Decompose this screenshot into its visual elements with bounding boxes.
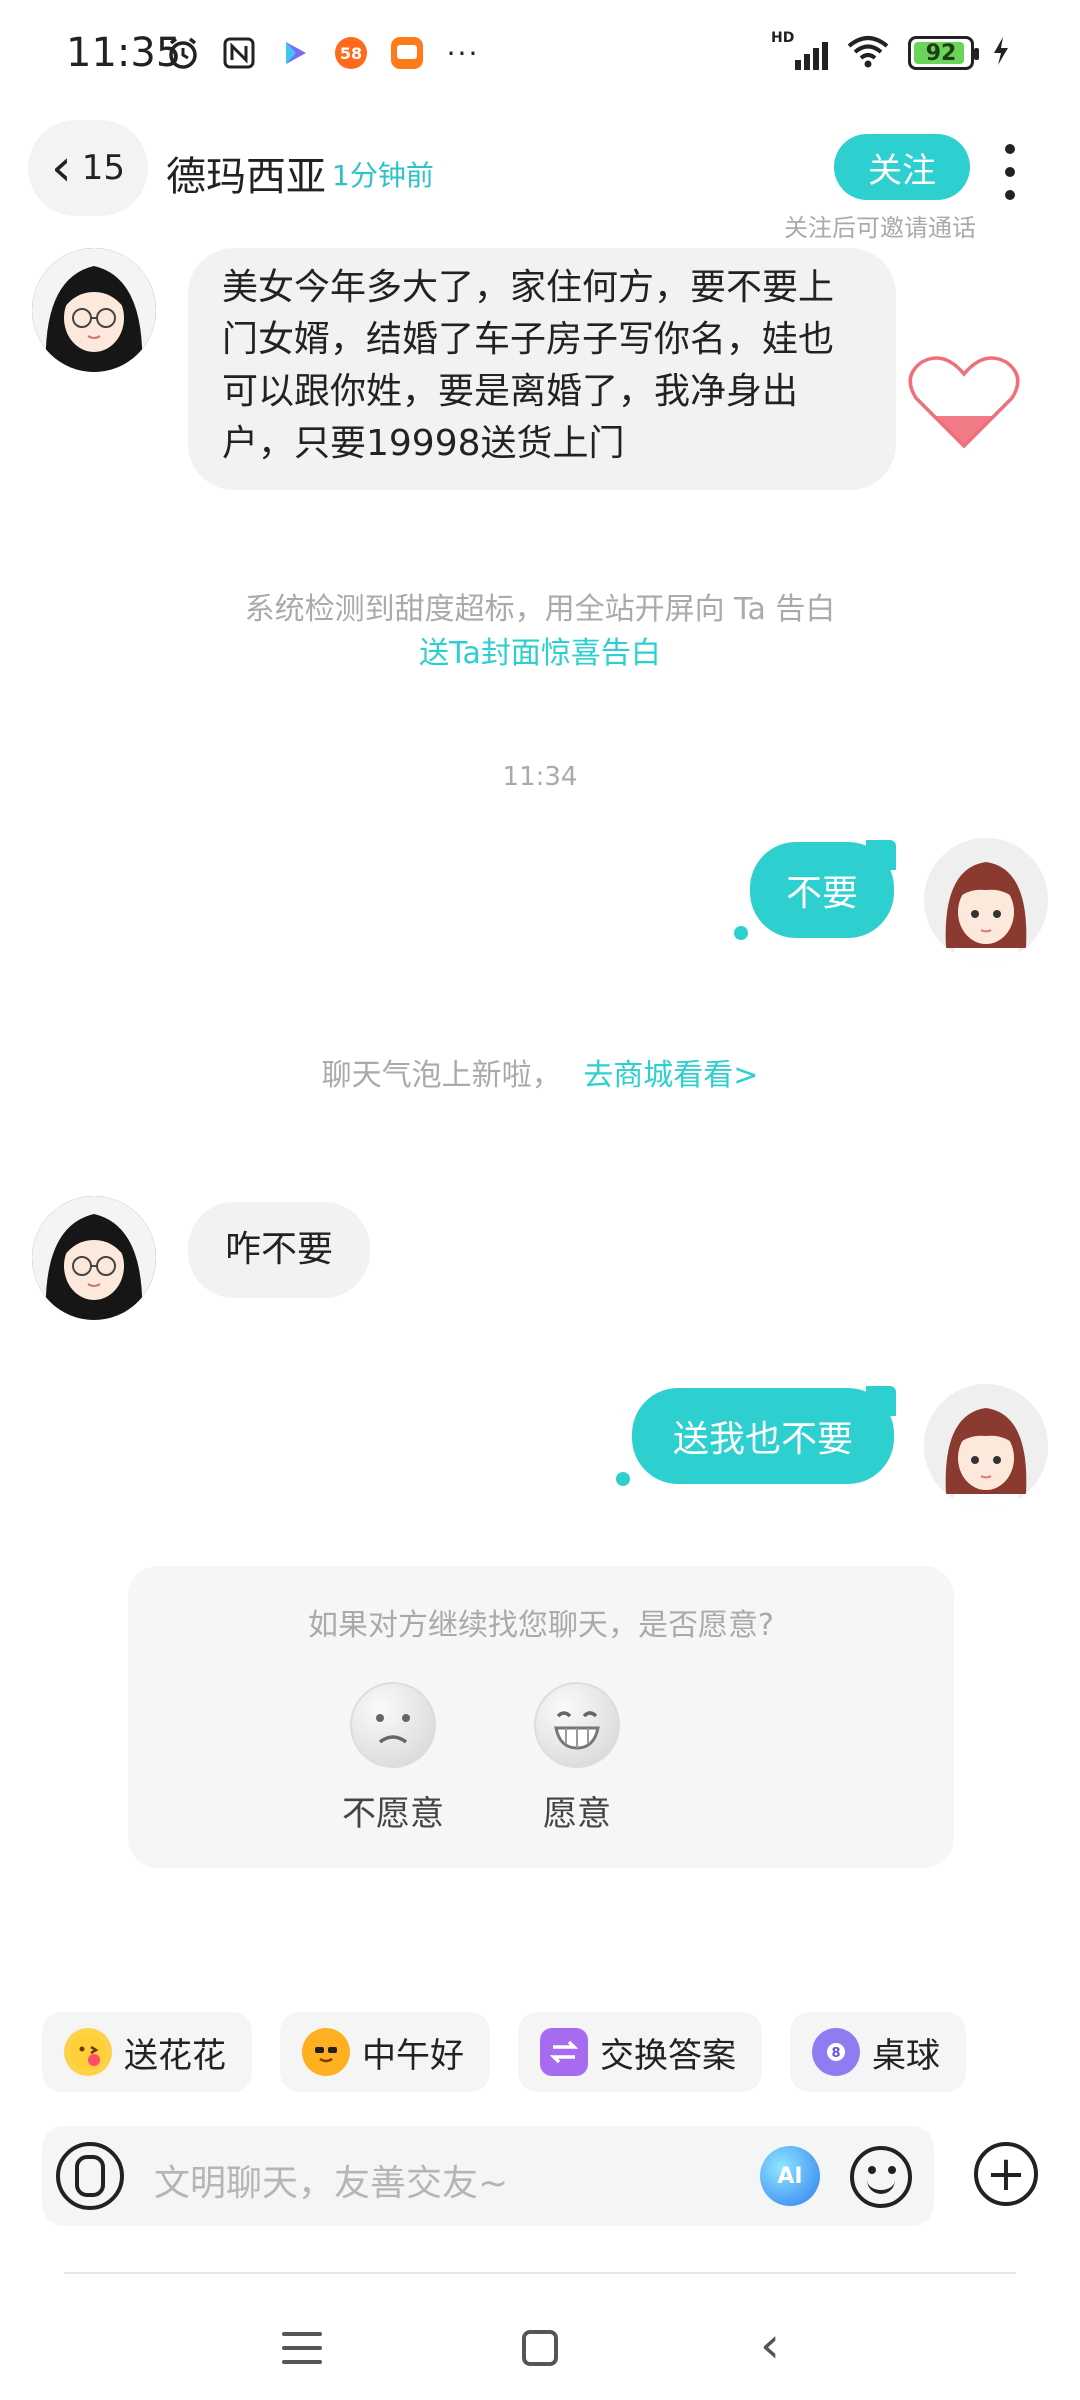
- bubble-promo-text: 聊天气泡上新啦，: [321, 1058, 562, 1093]
- emoji-icon[interactable]: [850, 2146, 912, 2208]
- chat-header: ‹ 15 德玛西亚 1分钟前 关注 关注后可邀请通话: [0, 110, 1080, 242]
- unread-dot: [734, 926, 748, 940]
- status-bar: 11:35 58 ··· HD 92: [0, 0, 1080, 110]
- sun-sunglasses-icon: [302, 2028, 350, 2076]
- battery-level: 92: [925, 40, 957, 66]
- accept-label: 愿意: [543, 1794, 611, 1834]
- status-system-icons: HD 92: [771, 30, 1010, 72]
- quick-reply-good-noon[interactable]: 中午好: [280, 2012, 490, 2092]
- heart-icon[interactable]: [908, 352, 1020, 456]
- app-58-icon: 58: [332, 34, 370, 72]
- quick-reply-send-flower[interactable]: 送花花: [42, 2012, 252, 2092]
- last-seen: 1分钟前: [332, 159, 434, 192]
- exchange-icon: [540, 2028, 588, 2076]
- alarm-icon: [164, 34, 202, 72]
- message-input-bar: 文明聊天，友善交友~ AI: [42, 2126, 934, 2226]
- accept-option[interactable]: 愿意: [502, 1682, 652, 1835]
- taobao-icon: [388, 34, 426, 72]
- continue-chat-card: 如果对方继续找您聊天，是否愿意? 不愿意 愿意: [128, 1566, 954, 1868]
- message-bubble-received[interactable]: 美女今年多大了，家住何方，要不要上门女婿，结婚了车子房子写你名，娃也可以跟你姓，…: [188, 248, 896, 490]
- more-notifications-icon: ···: [446, 36, 480, 70]
- bubble-promo-notice: 聊天气泡上新啦， 去商城看看>: [0, 1050, 1080, 1094]
- decline-label: 不愿意: [342, 1794, 444, 1834]
- plus-icon[interactable]: +: [974, 2142, 1038, 2206]
- grin-face-icon: [534, 1682, 620, 1768]
- quick-reply-label: 中午好: [362, 2035, 464, 2076]
- menu-icon[interactable]: [282, 2332, 322, 2364]
- system-nav-bar: ‹: [0, 2290, 1080, 2400]
- quick-reply-exchange-answers[interactable]: 交换答案: [518, 2012, 762, 2092]
- ai-assistant-icon[interactable]: AI: [760, 2146, 820, 2206]
- flower-kiss-icon: [64, 2028, 112, 2076]
- billiard-ball-icon: 8: [812, 2028, 860, 2076]
- home-icon[interactable]: [522, 2330, 558, 2366]
- follow-tip: 关注后可邀请通话: [784, 214, 976, 242]
- network-type-label: HD: [771, 30, 795, 46]
- quick-reply-label: 交换答案: [600, 2035, 736, 2076]
- message-bubble-sent[interactable]: 送我也不要: [632, 1386, 896, 1484]
- shop-link[interactable]: 去商城看看>: [583, 1058, 758, 1093]
- follow-button[interactable]: 关注: [834, 134, 970, 200]
- play-store-icon: [276, 34, 314, 72]
- message-bubble-received[interactable]: 咋不要: [188, 1202, 370, 1298]
- signal-icon: HD: [771, 30, 828, 70]
- divider: [64, 2272, 1016, 2274]
- message-text: 不要: [785, 873, 858, 914]
- svg-text:58: 58: [340, 44, 362, 63]
- quick-reply-bar: 送花花 中午好 交换答案 8 桌球: [42, 2012, 1080, 2092]
- battery-icon: 92: [908, 36, 979, 70]
- contact-avatar[interactable]: [32, 1196, 156, 1320]
- message-text: 咋不要: [224, 1229, 333, 1270]
- back-button[interactable]: ‹ 15: [28, 120, 148, 216]
- self-avatar[interactable]: [924, 1384, 1048, 1508]
- contact-name[interactable]: 德玛西亚: [166, 144, 326, 202]
- confession-link[interactable]: 送Ta封面惊喜告白: [0, 628, 1080, 672]
- wifi-icon: [846, 34, 890, 72]
- quick-reply-billiards[interactable]: 8 桌球: [790, 2012, 966, 2092]
- nfc-icon: [220, 34, 258, 72]
- continue-chat-question: 如果对方继续找您聊天，是否愿意?: [308, 1608, 774, 1643]
- message-text: 送我也不要: [672, 1419, 853, 1460]
- voice-input-icon[interactable]: [56, 2142, 124, 2210]
- svg-text:8: 8: [831, 2046, 840, 2061]
- message-timestamp: 11:34: [502, 762, 578, 792]
- back-icon[interactable]: ‹: [760, 2320, 780, 2370]
- quick-reply-label: 送花花: [124, 2035, 226, 2076]
- sad-face-icon: [350, 1682, 436, 1768]
- message-input[interactable]: 文明聊天，友善交友~: [154, 2154, 508, 2206]
- status-notification-icons: 58 ···: [164, 34, 482, 72]
- chevron-left-icon: ‹: [50, 138, 72, 198]
- more-options-icon[interactable]: [998, 144, 1022, 200]
- decline-option[interactable]: 不愿意: [318, 1682, 468, 1835]
- unread-count: 15: [81, 148, 126, 188]
- system-notice: 系统检测到甜度超标，用全站开屏向 Ta 告白: [244, 592, 836, 627]
- message-text: 美女今年多大了，家住何方，要不要上门女婿，结婚了车子房子写你名，娃也可以跟你姓，…: [222, 267, 835, 464]
- message-bubble-sent[interactable]: 不要: [750, 840, 896, 938]
- contact-avatar[interactable]: [32, 248, 156, 372]
- charging-icon: [992, 36, 1010, 70]
- unread-dot: [616, 1472, 630, 1486]
- self-avatar[interactable]: [924, 838, 1048, 962]
- quick-reply-label: 桌球: [872, 2035, 940, 2076]
